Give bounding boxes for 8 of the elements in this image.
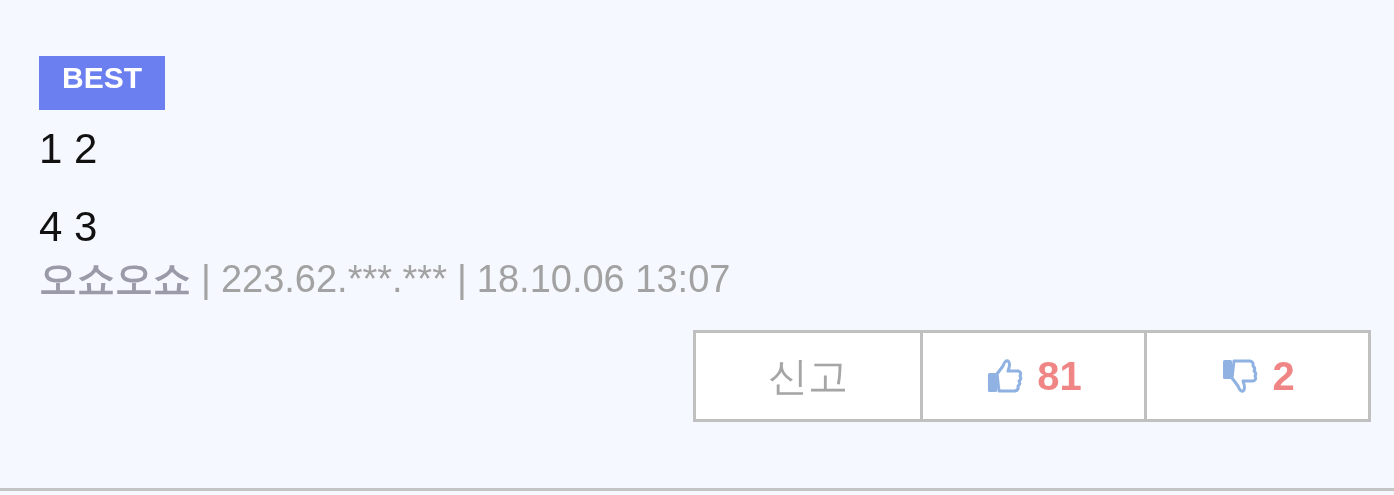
separator: | — [456, 257, 467, 301]
comment-text: 4 3 — [39, 202, 98, 252]
best-badge: BEST — [39, 56, 165, 110]
author-name[interactable]: 오쇼오쇼 — [39, 253, 191, 305]
meta-text: 223.62.***.*** — [220, 257, 447, 301]
comment-text: 1 2 — [39, 124, 98, 174]
meta-text: 18.10.06 13:07 — [476, 257, 731, 301]
separator: | — [201, 257, 211, 301]
